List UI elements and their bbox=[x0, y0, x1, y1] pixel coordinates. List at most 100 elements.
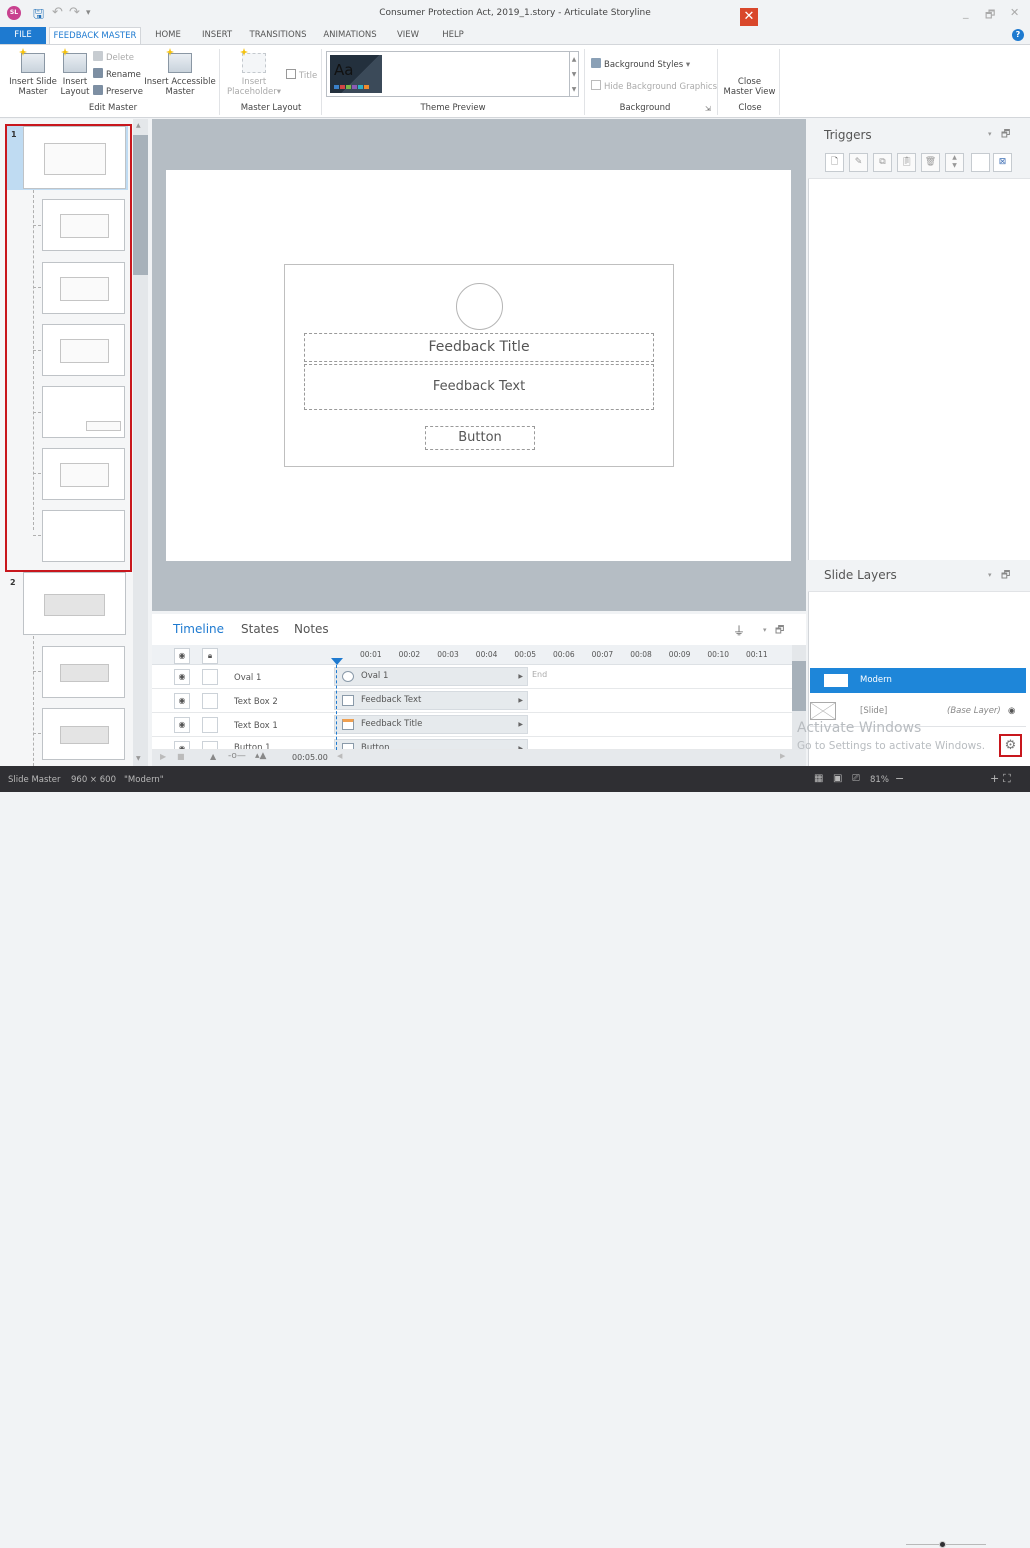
layer-item-modern[interactable]: Modern bbox=[810, 668, 1026, 693]
visibility-eye-icon[interactable]: ◉ bbox=[174, 693, 190, 709]
tab-help[interactable]: HELP bbox=[438, 27, 468, 44]
delete-button[interactable]: Delete bbox=[93, 51, 134, 65]
lock-toggle[interactable] bbox=[202, 717, 218, 733]
scrollbar-thumb[interactable] bbox=[133, 135, 148, 275]
fit-to-window-icon[interactable]: ⛶ bbox=[1003, 772, 1011, 786]
scroll-up-arrow[interactable]: ▲ bbox=[136, 122, 141, 129]
timeline-row[interactable]: ◉ Button 1 Button ▶ bbox=[152, 738, 792, 750]
tab-notes[interactable]: Notes bbox=[294, 622, 329, 636]
master-thumbnail[interactable] bbox=[23, 572, 126, 635]
layer-settings-gear-icon[interactable]: ⚙ bbox=[999, 734, 1022, 757]
tab-states[interactable]: States bbox=[241, 622, 279, 636]
help-icon[interactable]: ? bbox=[1012, 29, 1024, 41]
zoom-slider-track[interactable] bbox=[906, 1544, 986, 1545]
zoom-slider-handle[interactable] bbox=[939, 1541, 946, 1548]
timeline-row[interactable]: ◉ Oval 1 Oval 1 ▶ End bbox=[152, 666, 792, 689]
layer-visibility-eye-icon[interactable]: ◉ bbox=[1008, 695, 1015, 727]
edit-trigger-button[interactable]: ✎ bbox=[849, 153, 868, 172]
lock-all-icon[interactable]: 🔒︎ bbox=[202, 648, 218, 664]
timeline-zoom-slider[interactable]: -o— bbox=[228, 751, 246, 761]
tab-timeline[interactable]: Timeline bbox=[173, 622, 224, 636]
timeline-bar[interactable]: Feedback Title ▶ bbox=[334, 715, 528, 734]
timeline-row[interactable]: ◉ Text Box 1 Feedback Title ▶ bbox=[152, 714, 792, 737]
preserve-button[interactable]: Preserve bbox=[93, 85, 143, 99]
float-panel-icon[interactable]: 🗗 bbox=[1001, 127, 1010, 144]
tab-transitions[interactable]: TRANSITIONS bbox=[245, 27, 311, 44]
gallery-scroll-up-button[interactable]: ▲ bbox=[569, 52, 578, 67]
expand-arrow-icon[interactable]: ▶ bbox=[518, 668, 523, 685]
align-to-playhead-icon[interactable]: ⏚ bbox=[733, 622, 745, 639]
stop-icon[interactable]: ■ bbox=[177, 752, 185, 761]
tab-view[interactable]: VIEW bbox=[393, 27, 423, 44]
tab-animations[interactable]: ANIMATIONS bbox=[319, 27, 381, 44]
insert-placeholder-button[interactable]: Insert Placeholder▾ bbox=[226, 53, 282, 97]
zoom-in-timeline-icon[interactable]: ▴▲ bbox=[255, 751, 266, 761]
layout-thumbnail[interactable] bbox=[42, 646, 125, 698]
expand-arrow-icon[interactable]: ▶ bbox=[518, 692, 523, 709]
panel-menu-icon[interactable]: ▾ bbox=[988, 130, 992, 138]
visibility-eye-icon[interactable]: ◉ bbox=[174, 717, 190, 733]
layout-thumbnail[interactable] bbox=[42, 708, 125, 760]
delete-trigger-button[interactable]: 🗑︎ bbox=[921, 153, 940, 172]
tab-home[interactable]: HOME bbox=[148, 27, 188, 44]
expand-arrow-icon[interactable]: ▶ bbox=[518, 716, 523, 733]
zoom-out-timeline-icon[interactable]: ▲ bbox=[210, 752, 216, 761]
theme-thumbnail[interactable]: Aa bbox=[330, 55, 382, 93]
visibility-eye-icon[interactable]: ◉ bbox=[174, 669, 190, 685]
gallery-scroll-down-button[interactable]: ▼ bbox=[569, 67, 578, 82]
insert-accessible-master-button[interactable]: Insert Accessible Master bbox=[144, 53, 216, 97]
close-master-view-button[interactable]: Close Master View bbox=[722, 53, 777, 97]
feedback-title-placeholder[interactable]: Feedback Title bbox=[304, 333, 654, 362]
tab-insert[interactable]: INSERT bbox=[198, 27, 236, 44]
copy-trigger-button[interactable]: ⧉ bbox=[873, 153, 892, 172]
oval-shape[interactable] bbox=[456, 283, 503, 330]
trigger-option-toggle[interactable] bbox=[971, 153, 990, 172]
insert-slide-master-button[interactable]: Insert Slide Master bbox=[6, 53, 60, 97]
zoom-in-button[interactable]: + bbox=[990, 772, 999, 785]
lock-toggle[interactable] bbox=[202, 669, 218, 685]
reorder-trigger-button[interactable]: ▲ ▼ bbox=[945, 153, 964, 172]
timeline-bar[interactable]: Oval 1 ▶ bbox=[334, 667, 528, 686]
scroll-down-arrow[interactable]: ▼ bbox=[136, 755, 141, 762]
playhead[interactable] bbox=[331, 658, 343, 665]
scroll-left-arrow[interactable]: ◀ bbox=[337, 752, 342, 760]
close-window-button[interactable]: ✕ bbox=[1010, 6, 1019, 19]
lock-toggle[interactable] bbox=[202, 741, 218, 749]
feedback-text-placeholder[interactable]: Feedback Text bbox=[304, 364, 654, 410]
theme-preview-gallery[interactable]: Aa ▲ ▼ ▼ bbox=[326, 51, 579, 97]
paste-trigger-button[interactable]: 📋︎ bbox=[897, 153, 916, 172]
rename-button[interactable]: Rename bbox=[93, 68, 141, 82]
zoom-out-button[interactable]: − bbox=[895, 772, 904, 785]
background-styles-button[interactable]: Background Styles ▾ bbox=[591, 58, 690, 72]
story-view-icon[interactable]: ▦ bbox=[814, 773, 823, 784]
scroll-right-arrow[interactable]: ▶ bbox=[780, 752, 785, 760]
close-master-view-icon[interactable]: ✕ bbox=[740, 8, 758, 26]
timeline-bar[interactable]: Button ▶ bbox=[334, 739, 528, 749]
normal-view-icon[interactable]: ▣ bbox=[833, 773, 842, 784]
preview-icon[interactable]: ⎚ bbox=[852, 773, 860, 784]
timeline-row[interactable]: ◉ Text Box 2 Feedback Text ▶ bbox=[152, 690, 792, 713]
hide-background-graphics-checkbox[interactable]: Hide Background Graphics bbox=[591, 80, 717, 94]
panel-menu-icon[interactable]: ▾ bbox=[763, 626, 767, 634]
tab-file[interactable]: FILE bbox=[0, 27, 46, 44]
timeline-duration[interactable]: 00:05.00 bbox=[292, 753, 328, 762]
play-icon[interactable]: ▶ bbox=[160, 752, 166, 761]
new-trigger-button[interactable]: 🗋 bbox=[825, 153, 844, 172]
variables-button[interactable]: ⊠ bbox=[993, 153, 1012, 172]
insert-layout-button[interactable]: Insert Layout bbox=[58, 53, 92, 97]
expand-arrow-icon[interactable]: ▶ bbox=[518, 740, 523, 749]
panel-menu-icon[interactable]: ▾ bbox=[988, 571, 992, 579]
timeline-bar[interactable]: Feedback Text ▶ bbox=[334, 691, 528, 710]
dialog-launcher-icon[interactable]: ⇲ bbox=[705, 105, 711, 113]
scrollbar-thumb[interactable] bbox=[792, 661, 806, 711]
show-all-eye-icon[interactable]: ◉ bbox=[174, 648, 190, 664]
restore-button[interactable]: 🗗 bbox=[985, 6, 995, 25]
title-checkbox[interactable]: Title bbox=[286, 69, 317, 83]
button-placeholder[interactable]: Button bbox=[425, 426, 535, 450]
gallery-expand-button[interactable]: ▼ bbox=[569, 82, 578, 97]
tab-feedback-master[interactable]: FEEDBACK MASTER bbox=[49, 27, 141, 44]
lock-toggle[interactable] bbox=[202, 693, 218, 709]
minimize-button[interactable]: _ bbox=[963, 6, 969, 19]
visibility-eye-icon[interactable]: ◉ bbox=[174, 741, 190, 749]
float-panel-icon[interactable]: 🗗 bbox=[775, 623, 784, 640]
